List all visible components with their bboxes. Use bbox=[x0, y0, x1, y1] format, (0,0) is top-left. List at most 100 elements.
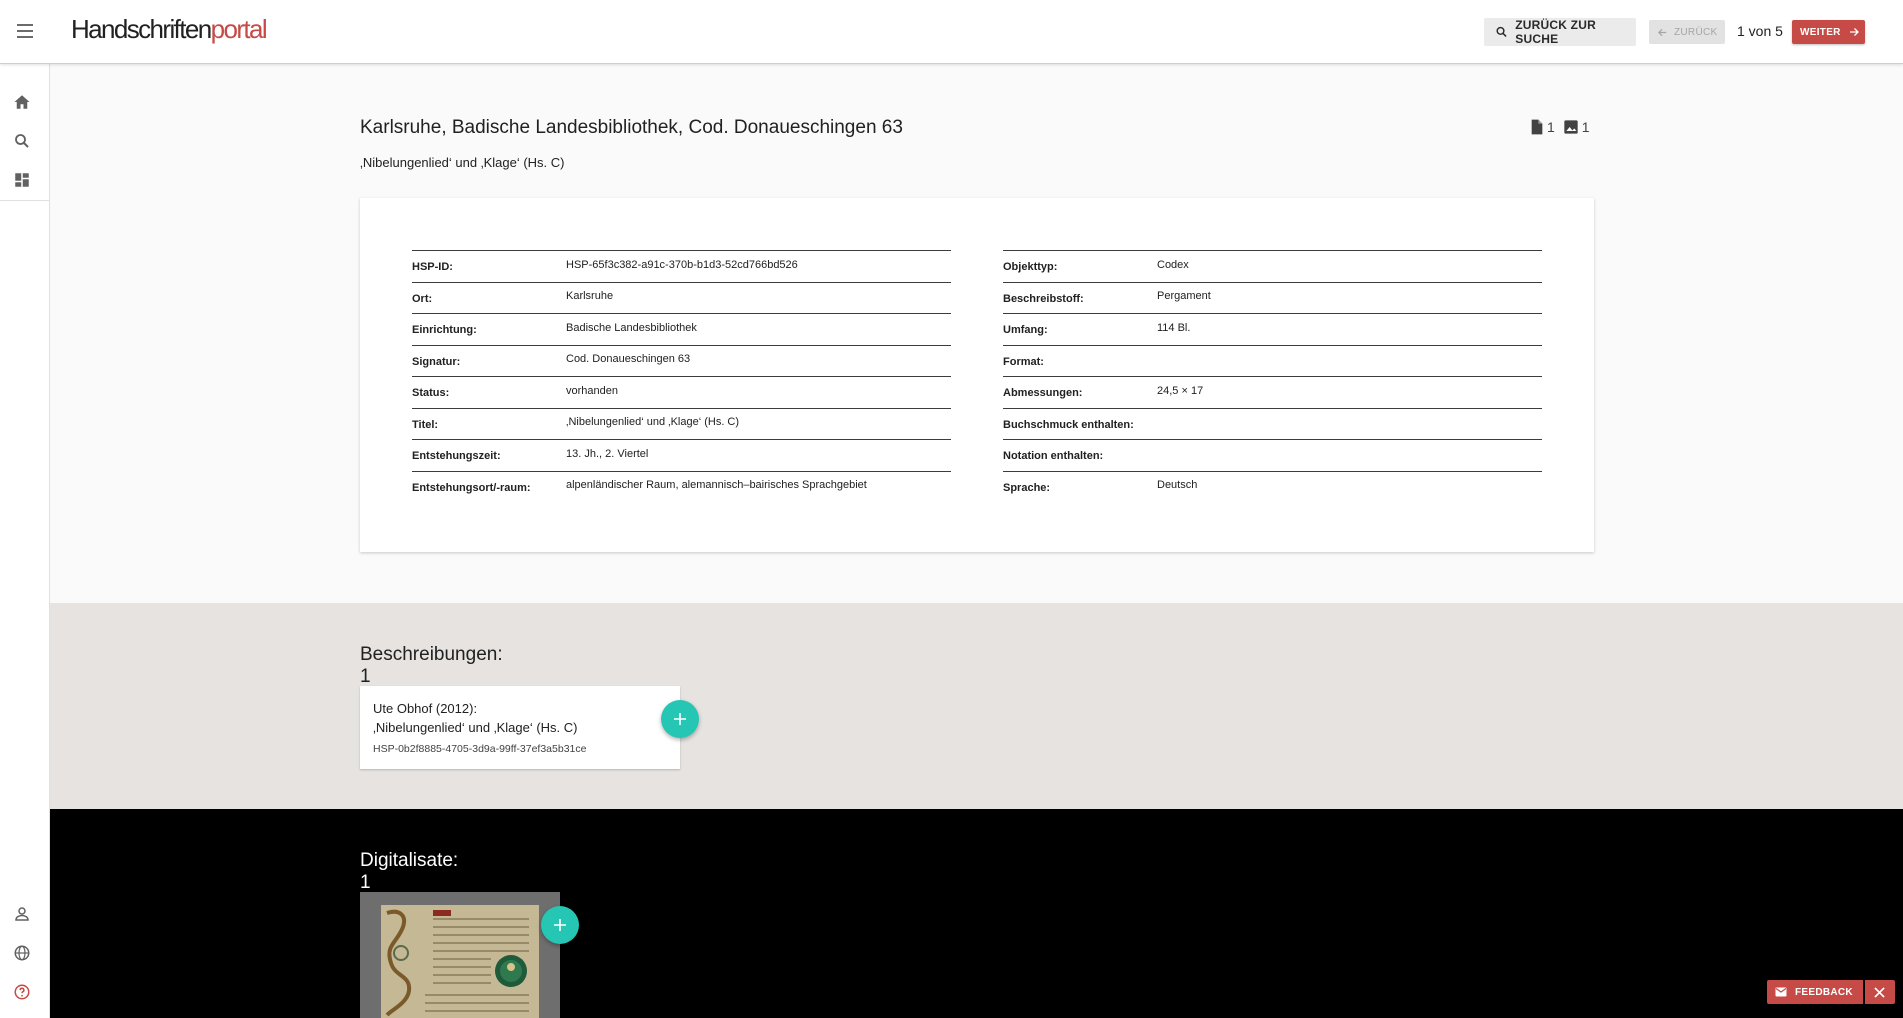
metadata-value: Karlsruhe bbox=[566, 290, 614, 303]
metadata-value: HSP-65f3c382-a91c-370b-b1d3-52cd766bd526 bbox=[566, 258, 798, 271]
metadata-label: HSP-ID: bbox=[412, 261, 453, 274]
manuscript-illustration bbox=[381, 905, 539, 1018]
metadata-row: Ort: Karlsruhe bbox=[412, 281, 951, 314]
globe-icon[interactable] bbox=[13, 944, 31, 962]
home-icon[interactable] bbox=[13, 93, 31, 111]
next-label: WEITER bbox=[1800, 26, 1841, 38]
metadata-value: Cod. Donaueschingen 63 bbox=[566, 353, 691, 366]
description-count[interactable]: 1 bbox=[1530, 119, 1555, 135]
help-icon[interactable] bbox=[13, 983, 31, 1001]
arrow-right-icon bbox=[1849, 28, 1859, 36]
manuscript-page-image bbox=[381, 905, 539, 1018]
close-feedback-button[interactable] bbox=[1864, 980, 1895, 1004]
metadata-row: HSP-ID: HSP-65f3c382-a91c-370b-b1d3-52cd7… bbox=[412, 250, 951, 282]
logo-part-2: portal bbox=[210, 14, 268, 44]
metadata-row: Beschreibstoff: Pergament bbox=[1003, 281, 1542, 314]
metadata-row: Titel: ‚Nibelungenlied‘ und ‚Klage‘ (Hs. … bbox=[412, 407, 951, 440]
metadata-value: ‚Nibelungenlied‘ und ‚Klage‘ (Hs. C) bbox=[566, 416, 740, 429]
page-subtitle: ‚Nibelungenlied‘ und ‚Klage‘ (Hs. C) bbox=[360, 155, 565, 170]
top-app-bar: Handschriftenportal ZURÜCK ZUR SUCHE ZUR… bbox=[0, 0, 1903, 64]
metadata-label: Abmessungen: bbox=[1003, 387, 1083, 400]
metadata-row: Status: vorhanden bbox=[412, 376, 951, 408]
descriptions-title: Beschreibungen: 1 bbox=[360, 644, 503, 687]
metadata-row: Objekttyp: Codex bbox=[1003, 250, 1542, 282]
digitalisate-title: Digitalisate: 1 bbox=[360, 850, 459, 893]
metadata-label: Umfang: bbox=[1003, 324, 1048, 337]
logo[interactable]: Handschriftenportal bbox=[71, 14, 268, 45]
previous-button[interactable]: ZURÜCK bbox=[1649, 20, 1725, 44]
side-navigation bbox=[0, 64, 50, 1018]
metadata-label: Titel: bbox=[412, 418, 439, 431]
hamburger-menu-icon[interactable] bbox=[15, 20, 35, 44]
metadata-row: Format: bbox=[1003, 344, 1542, 377]
document-icon bbox=[1531, 119, 1543, 135]
plus-icon bbox=[674, 713, 686, 725]
open-description-button[interactable] bbox=[661, 700, 699, 738]
search-icon bbox=[1496, 26, 1507, 37]
metadata-label: Notation enthalten: bbox=[1003, 450, 1104, 463]
metadata-label: Einrichtung: bbox=[412, 324, 477, 337]
back-to-search-label: ZURÜCK ZUR SUCHE bbox=[1515, 18, 1596, 46]
metadata-label: Ort: bbox=[412, 292, 433, 305]
main-content: Karlsruhe, Badische Landesbibliothek, Co… bbox=[50, 64, 1903, 1018]
metadata-label: Objekttyp: bbox=[1003, 261, 1058, 274]
close-icon bbox=[1874, 986, 1886, 998]
description-title: ‚Nibelungenlied‘ und ‚Klage‘ (Hs. C) bbox=[373, 720, 578, 735]
metadata-row: Entstehungszeit: 13. Jh., 2. Viertel bbox=[412, 439, 951, 471]
metadata-value: 13. Jh., 2. Viertel bbox=[566, 447, 649, 460]
description-count-value: 1 bbox=[1547, 119, 1555, 135]
descriptions-section bbox=[50, 603, 1903, 809]
image-icon bbox=[1564, 120, 1578, 134]
metadata-value: alpenländischer Raum, alemannisch–bairis… bbox=[566, 479, 867, 492]
metadata-value: Deutsch bbox=[1157, 479, 1198, 492]
back-to-search-button[interactable]: ZURÜCK ZUR SUCHE bbox=[1484, 18, 1636, 46]
metadata-row: Signatur: Cod. Donaueschingen 63 bbox=[412, 344, 951, 377]
metadata-label: Entstehungsort/-raum: bbox=[412, 481, 531, 494]
open-digitalisat-button[interactable] bbox=[541, 906, 579, 944]
dashboard-icon[interactable] bbox=[13, 171, 31, 189]
image-count[interactable]: 1 bbox=[1563, 119, 1590, 135]
description-id: HSP-0b2f8885-4705-3d9a-99ff-37ef3a5b31ce bbox=[373, 743, 587, 755]
next-button[interactable]: WEITER bbox=[1792, 20, 1865, 44]
metadata-label: Format: bbox=[1003, 355, 1044, 368]
arrow-left-icon bbox=[1657, 28, 1667, 36]
metadata-table-right: Objekttyp: Codex Beschreibstoff: Pergament… bbox=[1003, 250, 1542, 502]
metadata-value: vorhanden bbox=[566, 384, 618, 397]
metadata-label: Status: bbox=[412, 387, 450, 400]
search-icon[interactable] bbox=[13, 132, 31, 150]
plus-icon bbox=[554, 919, 566, 931]
mail-icon bbox=[1775, 987, 1787, 997]
resource-counts: 1 1 bbox=[1530, 119, 1598, 135]
digitalisate-section bbox=[50, 809, 1903, 1018]
metadata-label: Sprache: bbox=[1003, 481, 1051, 494]
metadata-label: Entstehungszeit: bbox=[412, 450, 501, 463]
metadata-label: Signatur: bbox=[412, 355, 461, 368]
metadata-row: Entstehungsort/-raum: alpenländischer Rau… bbox=[412, 470, 951, 503]
metadata-label: Beschreibstoff: bbox=[1003, 292, 1084, 305]
metadata-table-left: HSP-ID: HSP-65f3c382-a91c-370b-b1d3-52cd7… bbox=[412, 250, 951, 502]
metadata-row: Umfang: 114 Bl. bbox=[1003, 313, 1542, 345]
metadata-card: HSP-ID: HSP-65f3c382-a91c-370b-b1d3-52cd7… bbox=[360, 198, 1594, 552]
metadata-value: Badische Landesbibliothek bbox=[566, 321, 697, 334]
description-card[interactable]: Ute Obhof (2012): ‚Nibelungenlied‘ und ‚… bbox=[360, 686, 680, 769]
feedback-widget: FEEDBACK bbox=[1767, 980, 1895, 1004]
page-title: Karlsruhe, Badische Landesbibliothek, Co… bbox=[360, 117, 903, 138]
description-author: Ute Obhof (2012): bbox=[373, 701, 478, 716]
metadata-row: Abmessungen: 24,5 × 17 bbox=[1003, 376, 1542, 408]
metadata-label: Buchschmuck enthalten: bbox=[1003, 418, 1134, 431]
previous-label: ZURÜCK bbox=[1674, 26, 1718, 38]
metadata-value: 114 Bl. bbox=[1157, 321, 1191, 334]
metadata-value: Codex bbox=[1157, 258, 1189, 271]
metadata-row: Einrichtung: Badische Landesbibliothek bbox=[412, 313, 951, 345]
metadata-value: Pergament bbox=[1157, 290, 1211, 303]
feedback-button[interactable]: FEEDBACK bbox=[1767, 980, 1863, 1004]
logo-part-1: Handschriften bbox=[71, 14, 212, 44]
metadata-value: 24,5 × 17 bbox=[1157, 384, 1204, 397]
metadata-row: Sprache: Deutsch bbox=[1003, 470, 1542, 503]
feedback-label: FEEDBACK bbox=[1795, 986, 1853, 998]
digitalisat-thumbnail[interactable] bbox=[360, 892, 560, 1018]
sidebar-divider bbox=[0, 200, 50, 201]
metadata-row: Notation enthalten: bbox=[1003, 439, 1542, 471]
person-icon[interactable] bbox=[13, 905, 31, 923]
pager-text: 1 von 5 bbox=[1737, 23, 1783, 39]
